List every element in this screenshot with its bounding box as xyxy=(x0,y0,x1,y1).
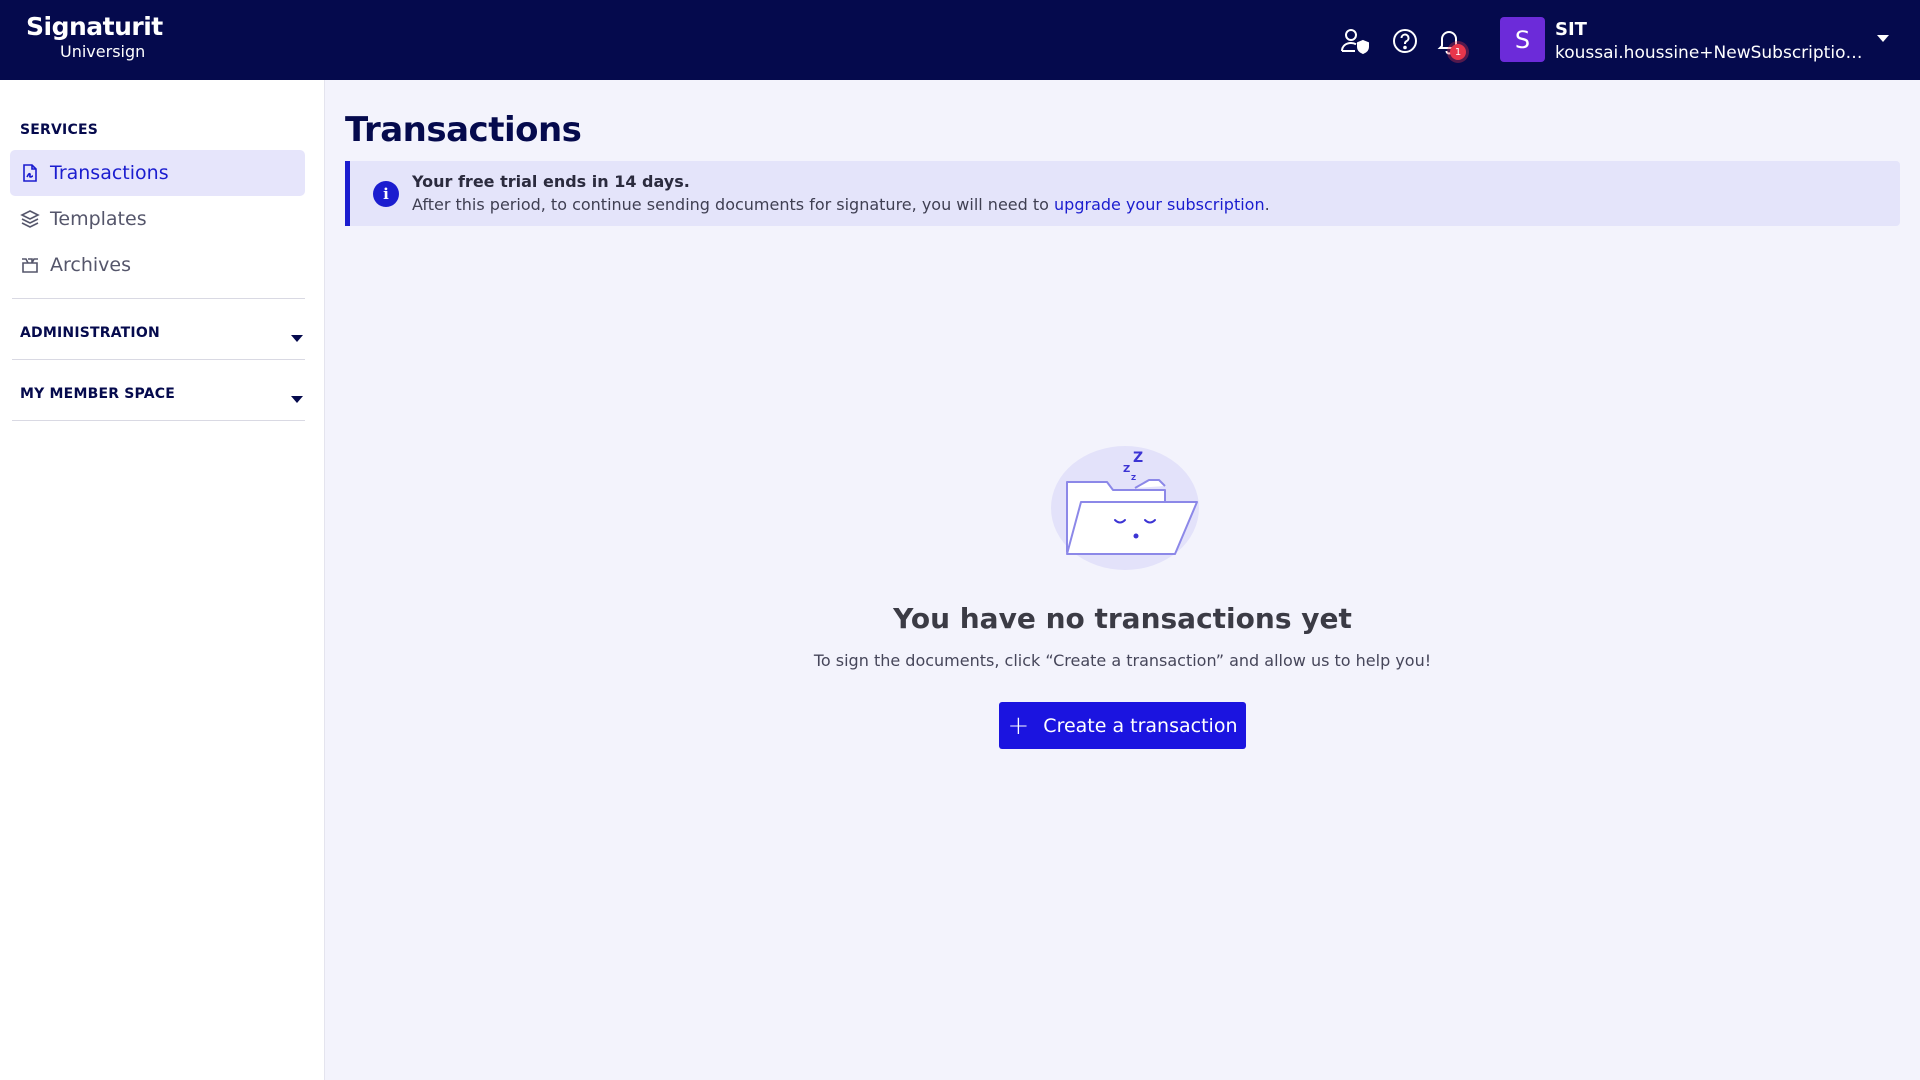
sidebar-divider xyxy=(12,420,305,421)
sidebar-item-label: Templates xyxy=(50,208,147,230)
sidebar-item-transactions[interactable]: Transactions xyxy=(10,150,305,196)
plus-icon: + xyxy=(1007,710,1030,741)
upgrade-subscription-link[interactable]: upgrade your subscription xyxy=(1054,195,1265,214)
page-title: Transactions xyxy=(345,110,582,150)
top-header: Signaturit Universign 1 S SIT koussai.ho… xyxy=(0,0,1920,80)
document-icon xyxy=(23,164,37,182)
chevron-down-icon xyxy=(291,396,303,403)
logo-main-text: Signaturit xyxy=(26,12,163,41)
services-section-label: SERVICES xyxy=(20,122,98,138)
trial-info-banner: i Your free trial ends in 14 days. After… xyxy=(345,161,1900,226)
user-security-icon[interactable] xyxy=(1338,24,1372,58)
svg-text:Z: Z xyxy=(1123,464,1130,475)
logo-sub-text: Universign xyxy=(60,42,146,61)
create-transaction-label: Create a transaction xyxy=(1043,714,1238,737)
archive-box-icon xyxy=(22,258,38,273)
member-space-section-label: MY MEMBER SPACE xyxy=(20,386,175,402)
layers-icon xyxy=(20,210,40,228)
administration-section-toggle[interactable]: ADMINISTRATION xyxy=(12,311,305,357)
user-email: koussai.houssine+NewSubscription@u... xyxy=(1555,43,1867,63)
info-icon: i xyxy=(373,181,399,207)
member-space-section-toggle[interactable]: MY MEMBER SPACE xyxy=(12,372,305,418)
sidebar-divider xyxy=(12,359,305,360)
create-transaction-button[interactable]: + Create a transaction xyxy=(999,702,1246,749)
banner-body: After this period, to continue sending d… xyxy=(412,195,1055,214)
sidebar-item-templates[interactable]: Templates xyxy=(10,196,305,242)
banner-title: Your free trial ends in 14 days. xyxy=(412,172,690,191)
user-menu-chevron-down-icon[interactable] xyxy=(1877,35,1889,42)
banner-text: After this period, to continue sending d… xyxy=(412,195,1270,214)
empty-state-text: To sign the documents, click “Create a t… xyxy=(813,651,1432,670)
sleeping-folder-icon: Z Z Z xyxy=(1051,446,1199,570)
signaturit-logo[interactable]: Signaturit Universign xyxy=(26,14,163,60)
avatar[interactable]: S xyxy=(1500,17,1545,62)
svg-text:Z: Z xyxy=(1131,474,1136,482)
svg-text:Z: Z xyxy=(1133,450,1143,466)
sidebar-item-label: Archives xyxy=(50,254,131,276)
sidebar: SERVICES Transactions Templates Archives… xyxy=(0,80,325,1080)
user-name: SIT xyxy=(1555,19,1587,40)
help-icon[interactable] xyxy=(1388,24,1422,58)
empty-state-title: You have no transactions yet xyxy=(893,602,1352,635)
notifications-bell-icon[interactable]: 1 xyxy=(1432,24,1466,60)
banner-suffix: . xyxy=(1264,195,1270,214)
chevron-down-icon xyxy=(291,335,303,342)
sidebar-item-archives[interactable]: Archives xyxy=(10,242,305,288)
notification-badge: 1 xyxy=(1450,44,1466,60)
sidebar-divider xyxy=(12,298,305,299)
sidebar-item-label: Transactions xyxy=(50,162,169,184)
administration-section-label: ADMINISTRATION xyxy=(20,325,160,341)
